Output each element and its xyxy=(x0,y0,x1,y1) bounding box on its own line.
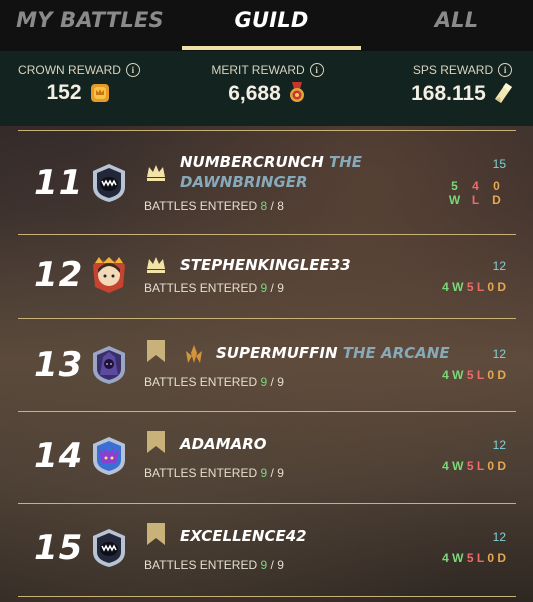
wld-record: 4 W 5 L 0 D xyxy=(442,280,506,294)
score-value: 12 xyxy=(492,438,506,452)
wins-label: W xyxy=(448,193,461,207)
info-icon[interactable]: i xyxy=(125,63,140,77)
crown-reward-label: CROWN REWARD xyxy=(18,63,121,77)
merit-medal-icon xyxy=(289,82,304,102)
draws-value: 0 D xyxy=(487,280,506,294)
avatar-icon xyxy=(93,164,125,202)
score-value: 12 xyxy=(492,259,506,273)
leaderboard-row[interactable]: 14 ADAMARO BATTLES ENTERED 9 / 9 12 4 W … xyxy=(18,411,516,504)
banner-icon xyxy=(147,340,165,362)
avatar-icon xyxy=(93,529,125,567)
leaderboard-row[interactable]: 11 NUMBERCRUNCH THE DAWNBRINGER BATTLES … xyxy=(18,130,516,223)
merit-reward-value: 6,688 xyxy=(228,82,281,105)
score-value: 15 xyxy=(492,157,506,171)
merit-reward-label: MERIT REWARD xyxy=(211,63,305,77)
row-divider xyxy=(18,596,516,597)
tab-all[interactable]: ALL xyxy=(380,8,533,40)
battles-entered: BATTLES ENTERED 9 / 9 xyxy=(144,466,284,480)
score-value: 12 xyxy=(492,530,506,544)
wld-record: 540 WLD xyxy=(444,179,508,207)
rank-number: 11 xyxy=(34,163,84,203)
rank-number: 14 xyxy=(34,436,84,476)
draws-value: 0 xyxy=(493,179,500,193)
player-name[interactable]: STEPHENKINGLEE33 xyxy=(180,255,351,275)
avatar-icon xyxy=(93,346,125,384)
losses-label: L xyxy=(471,193,480,207)
crown-icon xyxy=(147,257,165,273)
avatar-icon xyxy=(93,257,125,293)
crown-reward: CROWN REWARD i 152 xyxy=(14,63,144,105)
player-name[interactable]: EXCELLENCE42 xyxy=(180,526,307,546)
sps-reward-value: 168.115 xyxy=(411,82,486,105)
tab-my-battles[interactable]: MY BATTLES xyxy=(0,8,180,40)
player-name[interactable]: SUPERMUFFIN THE ARCANE xyxy=(216,343,450,363)
wins-value: 4 W xyxy=(442,459,464,473)
losses-value: 5 L xyxy=(466,280,484,294)
leaderboard-row[interactable]: 13 SUPERMUFFIN THE ARCANE BATTLES ENTERE… xyxy=(18,318,516,411)
draws-value: 0 D xyxy=(487,368,506,382)
sps-crystal-icon xyxy=(494,83,512,103)
wld-record: 4 W 5 L 0 D xyxy=(442,551,506,565)
banner-icon xyxy=(147,431,165,453)
banner-icon xyxy=(147,523,165,545)
tab-guild[interactable]: GUILD xyxy=(182,8,361,40)
tab-bar: MY BATTLES GUILD ALL xyxy=(0,0,533,51)
wins-value: 4 W xyxy=(442,280,464,294)
arcane-guild-icon xyxy=(186,345,202,363)
battles-entered: BATTLES ENTERED 8 / 8 xyxy=(144,199,284,213)
rank-number: 13 xyxy=(34,345,84,385)
rank-number: 15 xyxy=(34,528,84,568)
draws-value: 0 D xyxy=(487,551,506,565)
wins-value: 4 W xyxy=(442,551,464,565)
losses-value: 4 xyxy=(472,179,479,193)
info-icon[interactable]: i xyxy=(309,63,324,77)
rank-number: 12 xyxy=(34,255,84,295)
score-value: 12 xyxy=(492,347,506,361)
avatar-icon xyxy=(93,437,125,475)
battles-entered: BATTLES ENTERED 9 / 9 xyxy=(144,281,284,295)
leaderboard-row[interactable]: 15 EXCELLENCE42 BATTLES ENTERED 9 / 9 12… xyxy=(18,503,516,596)
crown-reward-value: 152 xyxy=(46,81,82,104)
merit-reward: MERIT REWARD i 6,688 xyxy=(200,63,335,106)
crown-icon xyxy=(147,165,165,181)
sps-reward-label: SPS REWARD xyxy=(412,63,494,77)
wins-value: 5 xyxy=(451,179,458,193)
player-name[interactable]: NUMBERCRUNCH THE DAWNBRINGER xyxy=(180,152,380,192)
draws-value: 0 D xyxy=(487,459,506,473)
battles-entered: BATTLES ENTERED 9 / 9 xyxy=(144,375,284,389)
leaderboard-row[interactable]: 12 STEPHENKINGLEE33 BATTLES ENTERED 9 / … xyxy=(18,234,516,327)
losses-value: 5 L xyxy=(466,459,484,473)
draws-label: D xyxy=(492,193,501,207)
player-title: THE ARCANE xyxy=(342,344,450,362)
wld-record: 4 W 5 L 0 D xyxy=(442,368,506,382)
losses-value: 5 L xyxy=(466,551,484,565)
battles-entered: BATTLES ENTERED 9 / 9 xyxy=(144,558,284,572)
player-name[interactable]: ADAMARO xyxy=(180,434,267,454)
active-tab-indicator xyxy=(182,46,361,50)
rewards-bar: CROWN REWARD i 152 MERIT REWARD i 6,688 SP… xyxy=(0,51,533,126)
losses-value: 5 L xyxy=(466,368,484,382)
sps-reward: SPS REWARD i 168.115 xyxy=(400,63,525,106)
crown-token-icon xyxy=(90,84,109,102)
info-icon[interactable]: i xyxy=(498,63,513,77)
wins-value: 4 W xyxy=(442,368,464,382)
wld-record: 4 W 5 L 0 D xyxy=(442,459,506,473)
